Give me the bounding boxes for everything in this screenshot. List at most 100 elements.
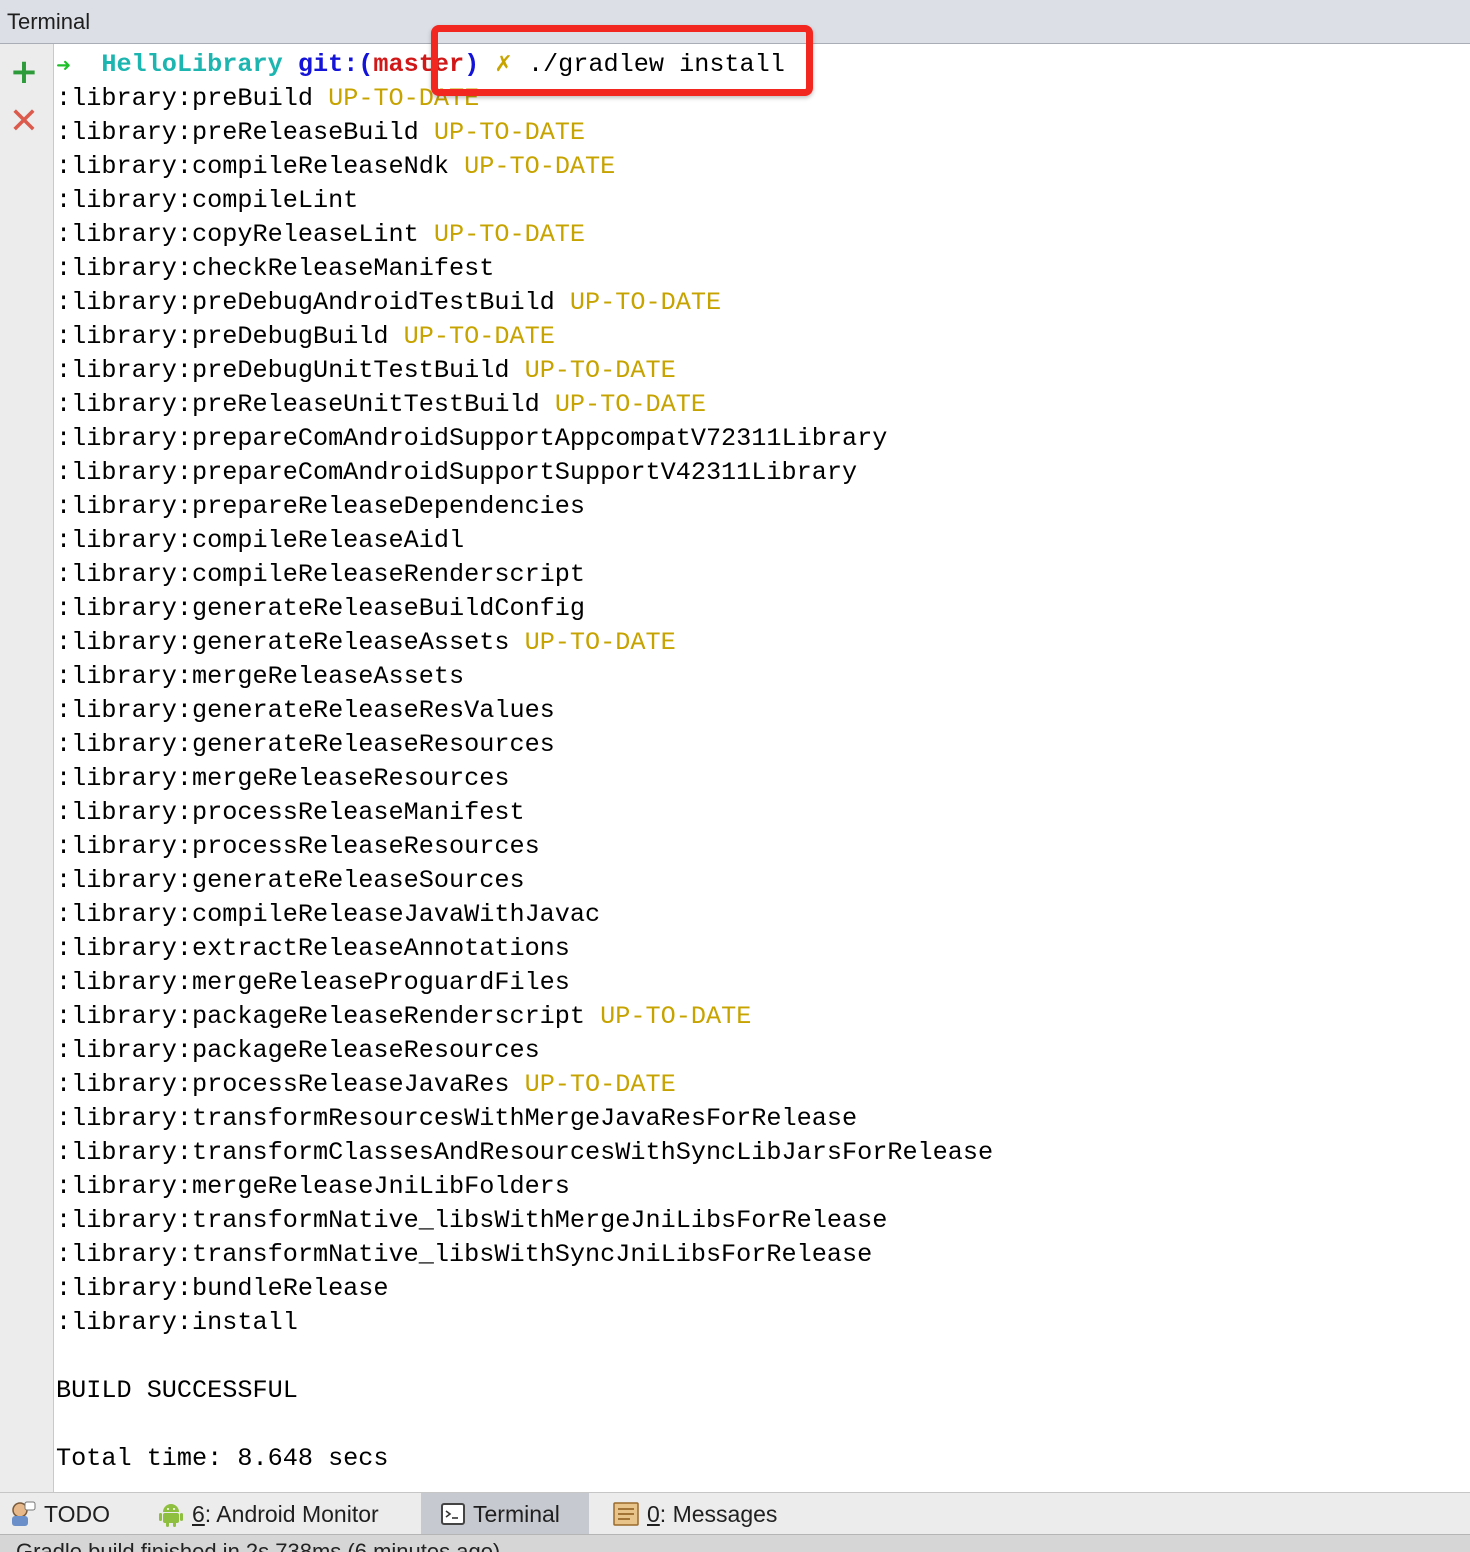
task-name: :library:preReleaseBuild	[56, 118, 419, 147]
task-status: UP-TO-DATE	[524, 356, 676, 385]
task-status: UP-TO-DATE	[403, 322, 555, 351]
close-icon[interactable]: ✕	[8, 104, 40, 140]
task-name: :library:compileReleaseAidl	[56, 526, 465, 555]
task-name: :library:compileReleaseRenderscript	[56, 560, 586, 589]
tab-android-monitor-mnemonic: 6	[192, 1500, 205, 1527]
task-name: :library:compileReleaseJavaWithJavac	[56, 900, 601, 929]
tab-messages[interactable]: 0: Messages	[613, 1493, 777, 1535]
output-line: :library:mergeReleaseProguardFiles	[56, 966, 1456, 1000]
task-name: :library:generateReleaseSources	[56, 866, 525, 895]
task-name: :library:mergeReleaseJniLibFolders	[56, 1172, 570, 1201]
output-lines: :library:preBuild UP-TO-DATE:library:pre…	[56, 82, 1456, 1340]
task-status: UP-TO-DATE	[524, 1070, 676, 1099]
task-name: :library:mergeReleaseResources	[56, 764, 510, 793]
prompt-arrow-icon: ➜	[56, 55, 72, 76]
output-line: :library:packageReleaseRenderscript UP-T…	[56, 1000, 1456, 1034]
tab-android-monitor-label: : Android Monitor	[204, 1500, 379, 1527]
task-name: :library:processReleaseManifest	[56, 798, 525, 827]
output-line: :library:preDebugBuild UP-TO-DATE	[56, 320, 1456, 354]
tab-messages-mnemonic: 0	[647, 1500, 660, 1527]
task-name: :library:install	[56, 1308, 298, 1337]
tab-messages-label: : Messages	[659, 1500, 778, 1527]
output-line: :library:mergeReleaseJniLibFolders	[56, 1170, 1456, 1204]
status-bar: Gradle build finished in 2s 738ms (6 min…	[0, 1534, 1470, 1552]
tab-terminal[interactable]: Terminal	[421, 1493, 589, 1535]
task-name: :library:transformNative_libsWithMergeJn…	[56, 1206, 888, 1235]
output-line: :library:mergeReleaseAssets	[56, 660, 1456, 694]
tab-android-monitor[interactable]: 6: Android Monitor	[158, 1493, 379, 1535]
output-line: :library:compileReleaseRenderscript	[56, 558, 1456, 592]
output-line: :library:transformClassesAndResourcesWit…	[56, 1136, 1456, 1170]
output-line: :library:compileLint	[56, 184, 1456, 218]
task-status: UP-TO-DATE	[554, 390, 706, 419]
output-line: :library:preReleaseBuild UP-TO-DATE	[56, 116, 1456, 150]
plus-icon[interactable]: +	[8, 55, 40, 89]
output-line: :library:processReleaseJavaRes UP-TO-DAT…	[56, 1068, 1456, 1102]
output-line: :library:preReleaseUnitTestBuild UP-TO-D…	[56, 388, 1456, 422]
output-line: :library:preDebugUnitTestBuild UP-TO-DAT…	[56, 354, 1456, 388]
output-line: :library:extractReleaseAnnotations	[56, 932, 1456, 966]
task-name: :library:checkReleaseManifest	[56, 254, 495, 283]
task-name: :library:compileReleaseNdk	[56, 152, 449, 181]
output-line: :library:preDebugAndroidTestBuild UP-TO-…	[56, 286, 1456, 320]
prompt-directory: HelloLibrary	[101, 50, 283, 79]
output-line: :library:generateReleaseResources	[56, 728, 1456, 762]
task-name: :library:compileLint	[56, 186, 359, 215]
output-line: :library:install	[56, 1306, 1456, 1340]
window-title: Terminal	[7, 9, 91, 34]
output-line: :library:prepareReleaseDependencies	[56, 490, 1456, 524]
output-line: :library:compileReleaseAidl	[56, 524, 1456, 558]
android-icon	[158, 1501, 184, 1527]
task-name: :library:mergeReleaseAssets	[56, 662, 465, 691]
output-line: :library:prepareComAndroidSupportSupport…	[56, 456, 1456, 490]
output-line: :library:transformNative_libsWithSyncJni…	[56, 1238, 1456, 1272]
output-line: :library:generateReleaseBuildConfig	[56, 592, 1456, 626]
terminal-icon	[441, 1503, 465, 1525]
terminal-output[interactable]: ➜ HelloLibrary git:(master) ✗ ./gradlew …	[56, 48, 1456, 1488]
task-name: :library:copyReleaseLint	[56, 220, 419, 249]
task-name: :library:packageReleaseRenderscript	[56, 1002, 586, 1031]
output-line: :library:packageReleaseResources	[56, 1034, 1456, 1068]
task-name: :library:mergeReleaseProguardFiles	[56, 968, 570, 997]
task-name: :library:processReleaseResources	[56, 832, 540, 861]
task-status: UP-TO-DATE	[433, 118, 586, 147]
output-line: :library:processReleaseResources	[56, 830, 1456, 864]
output-line: :library:prepareComAndroidSupportAppcomp…	[56, 422, 1456, 456]
task-name: :library:prepareComAndroidSupportAppcomp…	[56, 424, 888, 453]
task-status: UP-TO-DATE	[433, 220, 586, 249]
task-status: UP-TO-DATE	[524, 628, 676, 657]
task-status: UP-TO-DATE	[569, 288, 722, 317]
task-status: UP-TO-DATE	[600, 1002, 752, 1031]
bottom-tool-window-bar: TODO 6: Android Monitor Terminal 0: Mess…	[0, 1492, 1470, 1535]
output-line: :library:processReleaseManifest	[56, 796, 1456, 830]
highlight-box	[431, 25, 813, 96]
task-name: :library:transformResourcesWithMergeJava…	[56, 1104, 858, 1133]
task-name: :library:packageReleaseResources	[56, 1036, 540, 1065]
tab-todo-label: TODO	[44, 1500, 111, 1527]
total-time: Total time: 8.648 secs	[56, 1444, 389, 1473]
task-name: :library:prepareComAndroidSupportSupport…	[56, 458, 858, 487]
output-line: :library:transformResourcesWithMergeJava…	[56, 1102, 1456, 1136]
task-name: :library:preBuild	[56, 84, 313, 113]
task-name: :library:preReleaseUnitTestBuild	[56, 390, 540, 419]
task-name: :library:generateReleaseResValues	[56, 696, 555, 725]
terminal-side-toolbar: + ✕	[0, 44, 54, 1492]
output-line: :library:mergeReleaseResources	[56, 762, 1456, 796]
task-name: :library:transformClassesAndResourcesWit…	[56, 1138, 994, 1167]
output-line: :library:compileReleaseNdk UP-TO-DATE	[56, 150, 1456, 184]
task-name: :library:preDebugUnitTestBuild	[56, 356, 510, 385]
output-line: :library:generateReleaseAssets UP-TO-DAT…	[56, 626, 1456, 660]
task-name: :library:processReleaseJavaRes	[56, 1070, 510, 1099]
task-name: :library:bundleRelease	[56, 1274, 389, 1303]
build-result: BUILD SUCCESSFUL	[56, 1376, 298, 1405]
tab-todo[interactable]: TODO	[8, 1493, 110, 1535]
task-name: :library:prepareReleaseDependencies	[56, 492, 586, 521]
output-line: :library:copyReleaseLint UP-TO-DATE	[56, 218, 1456, 252]
output-line: :library:checkReleaseManifest	[56, 252, 1456, 286]
messages-icon	[613, 1502, 639, 1526]
task-status: UP-TO-DATE	[464, 152, 616, 181]
task-name: :library:transformNative_libsWithSyncJni…	[56, 1240, 873, 1269]
output-line: :library:generateReleaseSources	[56, 864, 1456, 898]
